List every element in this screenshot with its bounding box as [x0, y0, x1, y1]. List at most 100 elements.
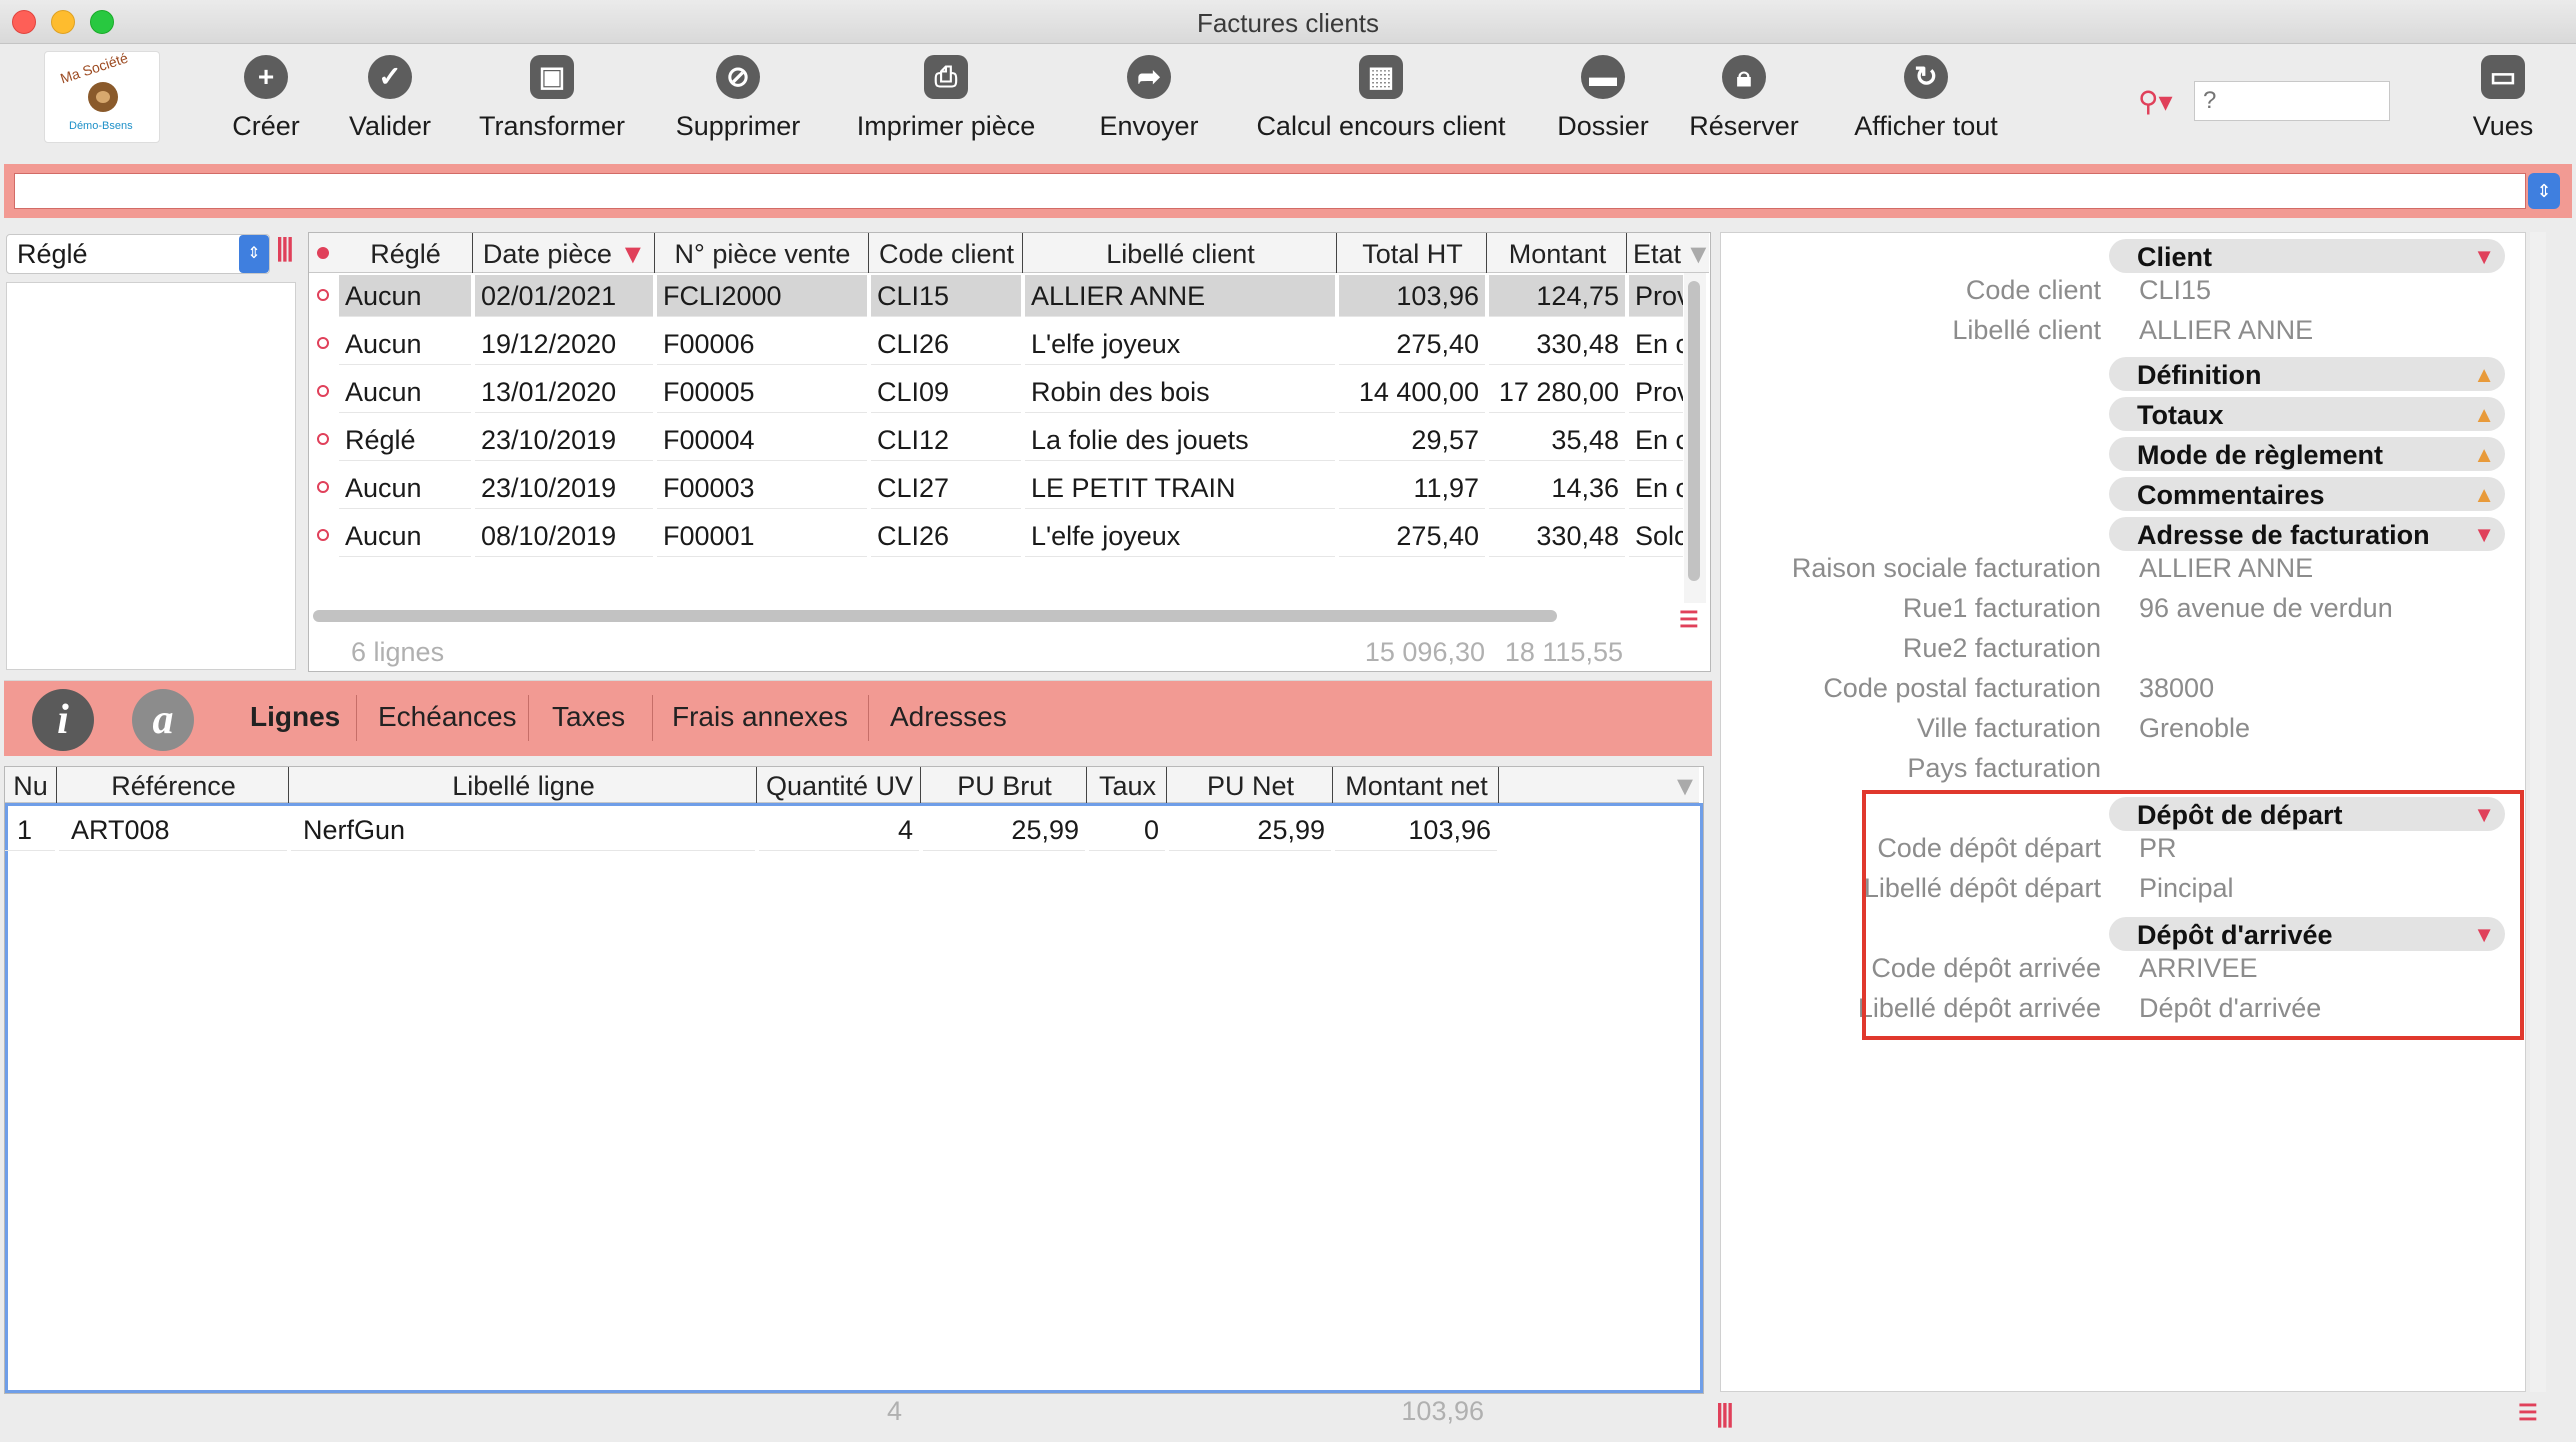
table-cell: Aucun	[339, 467, 471, 509]
search-icon[interactable]: ⚲▾	[2138, 85, 2173, 118]
section-totaux-title: Totaux	[2137, 400, 2224, 430]
list-menu-icon[interactable]: ☰	[1679, 607, 1699, 633]
table-cell: 14,36	[1489, 467, 1625, 509]
tab-adresses[interactable]: Adresses	[890, 701, 1007, 733]
create-button[interactable]: + Créer	[232, 55, 300, 142]
table-row[interactable]: Aucun 13/01/2020 F00005 CLI09 Robin des bois…	[309, 369, 1683, 415]
table-cell: 330,48	[1489, 515, 1625, 557]
filter-bar: ⇕	[4, 164, 2572, 218]
table-cell: 02/01/2021	[475, 275, 653, 317]
table-cell: CLI12	[871, 419, 1021, 461]
column-resize-icon[interactable]: |||	[276, 232, 294, 263]
lines-total-amount: 103,96	[1401, 1396, 1484, 1426]
col-header-etat[interactable]: Etat	[1629, 233, 1685, 273]
expand-arrow-icon: ▲	[2473, 442, 2495, 467]
table-cell: Aucun	[339, 275, 471, 317]
status-filter-select[interactable]: Réglé ⇕	[6, 234, 270, 274]
table-cell: Solc	[1629, 515, 1683, 557]
list-menu-icon[interactable]: ☰	[2518, 1400, 2538, 1426]
reserve-button[interactable]: 🔒︎ Réserver	[1688, 55, 1800, 142]
field-value-rue1: 96 avenue de verdun	[2139, 593, 2393, 623]
section-totaux[interactable]: Totaux ▲	[2109, 397, 2505, 431]
validate-button[interactable]: ✓ Valider	[342, 55, 438, 142]
section-commentaires[interactable]: Commentaires ▲	[2109, 477, 2505, 511]
section-adresse-facturation[interactable]: Adresse de facturation ▼	[2109, 517, 2505, 551]
tab-frais-annexes[interactable]: Frais annexes	[672, 701, 848, 733]
col-header-taux[interactable]: Taux	[1089, 767, 1167, 803]
col-header-pu-net[interactable]: PU Net	[1169, 767, 1333, 803]
table-cell: 1	[5, 809, 55, 851]
section-mode-reglement[interactable]: Mode de règlement ▲	[2109, 437, 2505, 471]
col-header-num[interactable]: Nu	[5, 767, 57, 803]
tab-taxes[interactable]: Taxes	[552, 701, 625, 733]
col-header-libelle-ligne[interactable]: Libellé ligne	[291, 767, 757, 803]
chevron-updown-icon[interactable]: ⇕	[239, 235, 269, 273]
table-cell: 275,40	[1339, 515, 1485, 557]
table-row[interactable]: Aucun 19/12/2020 F00006 CLI26 L'elfe joyeux 2…	[309, 321, 1683, 367]
table-cell: 103,96	[1339, 275, 1485, 317]
table-row[interactable]: Réglé 23/10/2019 F00004 CLI12 La folie des j…	[309, 417, 1683, 463]
table-cell: 08/10/2019	[475, 515, 653, 557]
col-header-libelle-client[interactable]: Libellé client	[1025, 233, 1337, 273]
column-resize-icon[interactable]: |||	[1716, 1398, 1734, 1429]
field-value-raison-sociale: ALLIER ANNE	[2139, 553, 2314, 583]
detail-panel-scrollbar[interactable]	[2530, 232, 2546, 1392]
toolbar: Ma Société Démo-Bsens + Créer ✓ Valider …	[0, 45, 2576, 165]
column-menu-icon[interactable]: ▼	[1685, 233, 1709, 273]
table-cell: F00003	[657, 467, 867, 509]
col-header-montant-net[interactable]: Montant net	[1335, 767, 1499, 803]
table-cell: 19/12/2020	[475, 323, 653, 365]
col-header-regle[interactable]: Réglé	[339, 233, 473, 273]
tab-lignes[interactable]: Lignes	[250, 701, 340, 733]
table-row[interactable]: Aucun 23/10/2019 F00003 CLI27 LE PETIT TRAIN…	[309, 465, 1683, 511]
sort-desc-icon: ▼	[619, 239, 647, 269]
transform-button[interactable]: ▣ Transformer	[470, 55, 634, 142]
table-cell: Aucun	[339, 515, 471, 557]
show-all-button[interactable]: ↻ Afficher tout	[1846, 55, 2006, 142]
col-header-code-client[interactable]: Code client	[871, 233, 1023, 273]
table-row[interactable]: 1 ART008 NerfGun 4 25,99 0 25,99 103,96	[5, 807, 1665, 853]
search-box: ⚲▾	[2130, 79, 2392, 123]
table-row[interactable]: Aucun 02/01/2021 FCLI2000 CLI15 ALLIER ANNE 1…	[309, 273, 1683, 319]
table-cell: 35,48	[1489, 419, 1625, 461]
table-cell: CLI15	[871, 275, 1021, 317]
send-button[interactable]: ➦ Envoyer	[1096, 55, 1202, 142]
section-definition[interactable]: Définition ▲	[2109, 357, 2505, 391]
col-header-quantite[interactable]: Quantité UV	[759, 767, 921, 803]
info-button[interactable]: i	[32, 689, 94, 751]
section-definition-title: Définition	[2137, 360, 2262, 390]
col-header-pu-brut[interactable]: PU Brut	[923, 767, 1087, 803]
company-logo: Ma Société Démo-Bsens	[44, 50, 160, 143]
column-menu-icon[interactable]: ▼	[1671, 767, 1699, 803]
status-dot-icon	[317, 529, 329, 541]
col-header-montant[interactable]: Montant	[1489, 233, 1627, 273]
field-label-libelle-client: Libellé client	[1952, 315, 2101, 345]
print-button[interactable]: ⎙ Imprimer pièce	[848, 55, 1044, 142]
status-dot-icon	[317, 433, 329, 445]
table-row[interactable]: Aucun 08/10/2019 F00001 CLI26 L'elfe joyeux 2…	[309, 513, 1683, 559]
views-label: Vues	[2472, 111, 2534, 141]
status-filter-list[interactable]	[6, 282, 296, 670]
tab-echeances[interactable]: Echéances	[378, 701, 517, 733]
search-input[interactable]	[2194, 81, 2390, 121]
invoice-horizontal-scrollbar[interactable]	[313, 605, 1677, 627]
delete-button[interactable]: ⊘ Supprimer	[668, 55, 808, 142]
col-header-date[interactable]: Date pièce ▼	[475, 233, 655, 273]
col-header-piece[interactable]: N° pièce vente	[657, 233, 869, 273]
collapse-arrow-icon: ▼	[2473, 522, 2495, 547]
views-button[interactable]: ▭ Vues	[2468, 55, 2538, 142]
folder-button[interactable]: ▬ Dossier	[1554, 55, 1652, 142]
filter-stepper[interactable]: ⇕	[2528, 173, 2560, 209]
table-cell: F00006	[657, 323, 867, 365]
field-value-ville: Grenoble	[2139, 713, 2251, 743]
col-header-reference[interactable]: Référence	[59, 767, 289, 803]
lock-icon: 🔒︎	[1722, 55, 1766, 99]
compute-balance-button[interactable]: ▦ Calcul encours client	[1248, 55, 1514, 142]
invoice-total-ht: 15 096,30	[1364, 637, 1485, 667]
section-client[interactable]: Client ▼	[2109, 239, 2505, 273]
table-cell: 14 400,00	[1339, 371, 1485, 413]
table-cell: F00004	[657, 419, 867, 461]
col-header-total-ht[interactable]: Total HT	[1339, 233, 1487, 273]
at-button[interactable]: a	[132, 689, 194, 751]
filter-field[interactable]	[14, 173, 2526, 209]
